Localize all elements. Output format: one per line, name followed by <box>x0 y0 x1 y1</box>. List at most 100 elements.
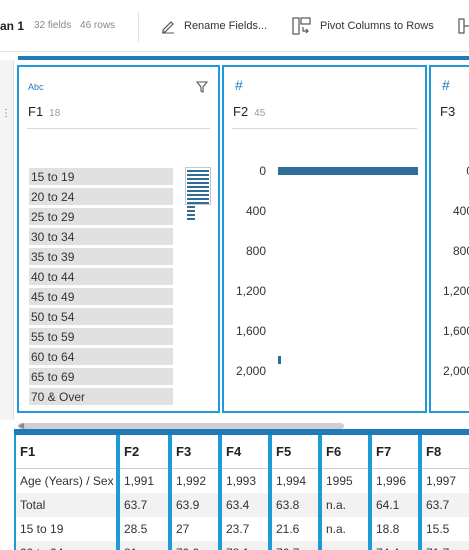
grid-cell[interactable]: 27 <box>172 517 218 541</box>
grid-cell[interactable]: 76.7 <box>272 541 318 550</box>
profile-left-edge: ⋮ <box>0 60 14 420</box>
grid-cell[interactable]: 1995 <box>322 469 368 493</box>
fields-count: 32 fields <box>34 20 72 31</box>
grid-cell[interactable]: 20 to 24 <box>16 541 116 550</box>
toolbar-divider <box>138 12 139 42</box>
rename-fields-button[interactable]: Rename Fields... <box>160 14 267 38</box>
grid-cell[interactable]: 74.4 <box>372 541 418 550</box>
grid-cell[interactable]: 63.8 <box>272 493 318 517</box>
field-name[interactable]: F3 <box>440 104 455 119</box>
grid-cell[interactable]: 1,991 <box>120 469 168 493</box>
grid-cell[interactable]: n.a. <box>322 517 368 541</box>
grid-column[interactable]: F81,99763.715.571.7 <box>420 435 469 550</box>
grid-cell[interactable]: 63.4 <box>222 493 268 517</box>
grid-cell[interactable]: 1,997 <box>422 469 469 493</box>
histogram-bar[interactable] <box>278 167 418 175</box>
value-bin[interactable]: 30 to 34 <box>29 228 173 245</box>
grid-cell[interactable] <box>322 541 368 550</box>
histogram-bar[interactable] <box>278 356 281 364</box>
step-title: an 1 <box>0 19 25 33</box>
grid-cell[interactable]: 79.9 <box>172 541 218 550</box>
grid-cell[interactable]: 71.7 <box>422 541 469 550</box>
step-meta: 32 fields 46 rows <box>34 20 121 31</box>
axis-tick-label: 1,600 <box>235 324 266 338</box>
card-divider <box>27 128 210 129</box>
value-bin[interactable]: 45 to 49 <box>29 288 173 305</box>
axis-tick-label: 2,000 <box>442 364 469 378</box>
value-bin[interactable]: 70 & Over <box>29 388 173 405</box>
grid-cell[interactable]: 1,996 <box>372 469 418 493</box>
value-bin[interactable]: 15 to 19 <box>29 168 173 185</box>
value-bin[interactable]: 50 to 54 <box>29 308 173 325</box>
grid-column[interactable]: F21,99163.728.581 <box>118 435 170 550</box>
value-bin[interactable]: 55 to 59 <box>29 328 173 345</box>
field-name[interactable]: F2 45 <box>233 104 265 119</box>
grid-cell[interactable]: 28.5 <box>120 517 168 541</box>
grid-cell[interactable]: 21.6 <box>272 517 318 541</box>
grid-cell[interactable]: Total <box>16 493 116 517</box>
grid-cell[interactable]: 63.7 <box>422 493 469 517</box>
grid-cell[interactable]: 81 <box>120 541 168 550</box>
toolbar: an 1 32 fields 46 rows Rename Fields... … <box>0 0 469 52</box>
column-header[interactable]: F6 <box>322 435 368 469</box>
minimap-bin-line <box>187 186 209 188</box>
grid-cell[interactable]: 1,992 <box>172 469 218 493</box>
axis-tick-label: 0 <box>259 164 266 178</box>
grid-cell[interactable]: 15.5 <box>422 517 469 541</box>
edge-marker-icon: ⋮ <box>1 108 11 119</box>
column-header[interactable]: F5 <box>272 435 318 469</box>
value-bin[interactable]: 35 to 39 <box>29 248 173 265</box>
grid-cell[interactable]: 1,994 <box>272 469 318 493</box>
grid-cell[interactable]: n.a. <box>322 493 368 517</box>
grid-cell[interactable]: 15 to 19 <box>16 517 116 541</box>
grid-cell[interactable]: 18.8 <box>372 517 418 541</box>
minimap-bin-line <box>187 190 209 192</box>
pivot-icon <box>292 17 311 35</box>
minimap-bin-line <box>187 214 195 216</box>
rename-icon <box>162 21 174 34</box>
field-distinct-count: 18 <box>49 108 61 119</box>
column-header[interactable]: F7 <box>372 435 418 469</box>
field-name-label: F3 <box>440 104 456 119</box>
value-bin[interactable]: 25 to 29 <box>29 208 173 225</box>
profile-card-f1[interactable]: Abc F1 18 15 to 19 20 to 24 25 to 29 30 to 3… <box>17 65 220 413</box>
grid-column[interactable]: F1Age (Years) / SexTotal15 to 1920 to 24 <box>14 435 118 550</box>
value-bin[interactable]: 60 to 64 <box>29 348 173 365</box>
column-header[interactable]: F1 <box>16 435 116 469</box>
column-header[interactable]: F3 <box>172 435 218 469</box>
profile-header-band <box>18 56 469 60</box>
profile-card-f3[interactable]: # F3 04008001,2001,6002,000 <box>429 65 469 413</box>
number-type-icon: # <box>235 77 243 93</box>
grid-column[interactable]: F6 1995 n.a. n.a. <box>320 435 370 550</box>
minimap-bin-line <box>187 194 209 196</box>
pivot-columns-label: Pivot Columns to Rows <box>320 20 434 32</box>
minimap-bin-line <box>187 210 195 212</box>
axis-tick-label: 1,200 <box>442 284 469 298</box>
string-type-icon: Abc <box>28 82 44 92</box>
grid-column[interactable]: F41,99363.423.778.1 <box>220 435 270 550</box>
column-header[interactable]: F8 <box>422 435 469 469</box>
grid-cell[interactable]: Age (Years) / Sex <box>16 469 116 493</box>
pivot-columns-button[interactable]: Pivot Columns to Rows <box>292 14 434 38</box>
column-header[interactable]: F2 <box>120 435 168 469</box>
axis-tick-label: 2,000 <box>235 364 266 378</box>
grid-column[interactable]: F51,99463.821.676.7 <box>270 435 320 550</box>
grid-cell[interactable]: 63.7 <box>120 493 168 517</box>
value-bin[interactable]: 65 to 69 <box>29 368 173 385</box>
grid-cell[interactable]: 78.1 <box>222 541 268 550</box>
grid-column[interactable]: F71,99664.118.874.4 <box>370 435 420 550</box>
grid-column[interactable]: F31,99263.92779.9 <box>170 435 220 550</box>
more-actions-icon[interactable] <box>458 18 469 39</box>
grid-cell[interactable]: 64.1 <box>372 493 418 517</box>
number-type-icon: # <box>442 77 450 93</box>
value-bin[interactable]: 40 to 44 <box>29 268 173 285</box>
profile-card-f2[interactable]: # F2 45 0 400 800 1,200 1,600 2,000 <box>222 65 427 413</box>
field-name-label: F2 <box>233 104 249 119</box>
grid-cell[interactable]: 63.9 <box>172 493 218 517</box>
column-header[interactable]: F4 <box>222 435 268 469</box>
value-bin[interactable]: 20 to 24 <box>29 188 173 205</box>
grid-cell[interactable]: 1,993 <box>222 469 268 493</box>
grid-cell[interactable]: 23.7 <box>222 517 268 541</box>
filter-icon[interactable] <box>195 80 209 98</box>
field-name[interactable]: F1 18 <box>28 104 60 119</box>
